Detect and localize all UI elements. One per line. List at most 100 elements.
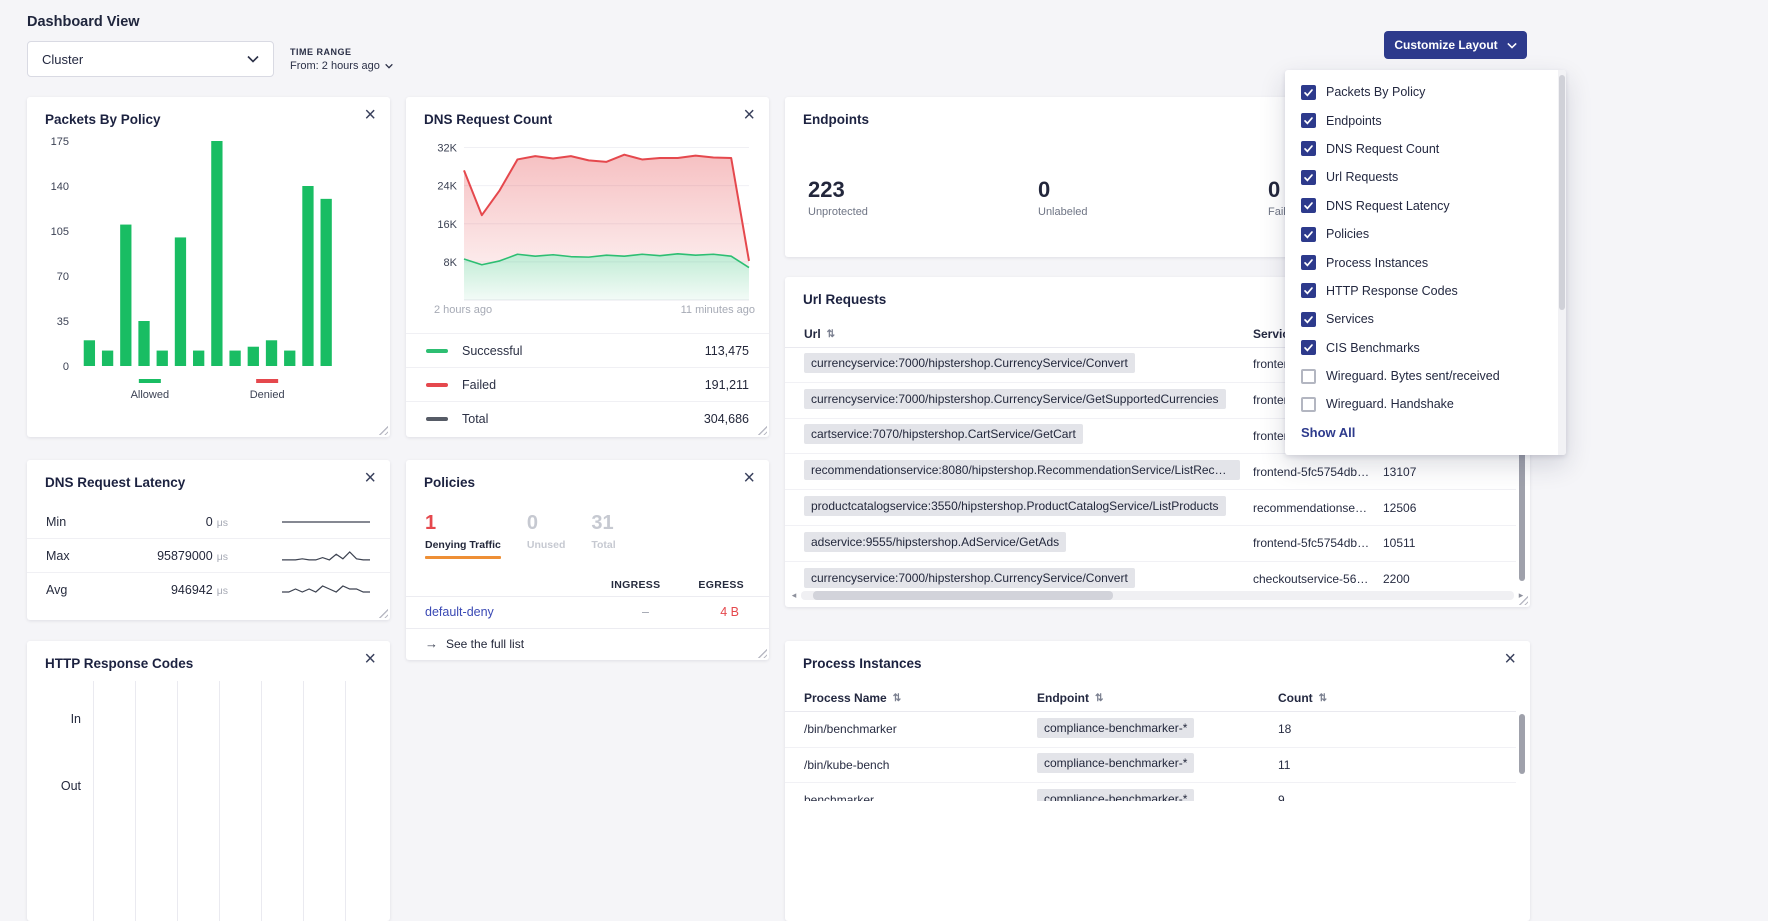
table-row[interactable]: adservice:9555/hipstershop.AdService/Get… [785, 526, 1516, 562]
resize-handle[interactable] [757, 648, 767, 658]
table-row[interactable]: /bin/benchmarkercompliance-benchmarker-*… [785, 712, 1516, 748]
legend-name: Failed [462, 378, 496, 392]
close-icon[interactable]: × [743, 468, 755, 488]
checkbox-icon[interactable] [1301, 397, 1316, 412]
column-header-label: Process Name [804, 691, 887, 705]
policy-row[interactable]: default-deny – 4 B [406, 597, 769, 629]
menu-item-http-response-codes[interactable]: HTTP Response Codes [1285, 277, 1556, 305]
menu-item-endpoints[interactable]: Endpoints [1285, 106, 1556, 134]
table-row[interactable]: currencyservice:7000/hipstershop.Currenc… [785, 562, 1516, 590]
legend-row: Total304,686 [406, 401, 769, 435]
legend-color-dash [426, 383, 448, 387]
sort-icon[interactable]: ⇅ [893, 693, 901, 704]
close-icon[interactable]: × [1504, 649, 1516, 669]
column-header-endpoint[interactable]: Endpoint⇅ [1037, 691, 1278, 705]
menu-item-services[interactable]: Services [1285, 305, 1556, 333]
dns-latency-rows: Min0μsMax95879000μsAvg946942μs [27, 505, 390, 606]
close-icon[interactable]: × [364, 649, 376, 669]
sort-icon[interactable]: ⇅ [827, 329, 835, 340]
menu-item-policies[interactable]: Policies [1285, 220, 1556, 248]
checkbox-icon[interactable] [1301, 369, 1316, 384]
menu-item-label: Process Instances [1326, 256, 1428, 270]
service-cell: frontend-5fc5754db… [1253, 465, 1383, 479]
latency-unit: μs [217, 517, 228, 529]
vertical-scrollbar[interactable] [1519, 714, 1525, 774]
svg-text:8K: 8K [444, 257, 458, 269]
legend-value: 304,686 [704, 412, 749, 426]
customize-layout-button[interactable]: Customize Layout [1384, 31, 1527, 59]
policy-egress-value: 4 B [720, 605, 739, 619]
svg-text:16K: 16K [437, 219, 457, 231]
menu-item-label: Wireguard. Bytes sent/received [1326, 369, 1500, 383]
checkbox-icon[interactable] [1301, 227, 1316, 242]
table-row[interactable]: /bin/kube-benchcompliance-benchmarker-*1… [785, 748, 1516, 784]
checkbox-icon[interactable] [1301, 113, 1316, 128]
checkbox-icon[interactable] [1301, 312, 1316, 327]
show-all-link[interactable]: Show All [1301, 425, 1355, 440]
stat-label: Unlabeled [1038, 206, 1088, 218]
view-scope-select[interactable]: Cluster [27, 41, 274, 77]
checkbox-icon[interactable] [1301, 340, 1316, 355]
menu-item-dns-request-count[interactable]: DNS Request Count [1285, 135, 1556, 163]
scroll-left-icon[interactable]: ◂ [789, 590, 799, 601]
menu-item-wireguard-handshake[interactable]: Wireguard. Handshake [1285, 390, 1556, 418]
column-header-count[interactable]: Count⇅ [1278, 691, 1516, 705]
latency-row: Min0μs [27, 505, 390, 539]
svg-text:Denied: Denied [250, 389, 285, 401]
url-cell: cartservice:7070/hipstershop.CartService… [804, 424, 1253, 447]
close-icon[interactable]: × [364, 468, 376, 488]
sort-icon[interactable]: ⇅ [1095, 693, 1103, 704]
time-range-value[interactable]: From: 2 hours ago [290, 60, 393, 72]
close-icon[interactable]: × [364, 105, 376, 125]
see-full-list-link[interactable]: → See the full list [425, 636, 524, 651]
resize-handle[interactable] [378, 425, 388, 435]
grid-line [261, 681, 262, 921]
table-row[interactable]: benchmarkercompliance-benchmarker-*9 [785, 783, 1516, 801]
menu-item-process-instances[interactable]: Process Instances [1285, 248, 1556, 276]
time-range-label: TIME RANGE [290, 47, 393, 57]
dns-legend: Successful113,475Failed191,211Total304,6… [406, 333, 769, 435]
scrollbar-thumb[interactable] [813, 591, 1113, 600]
policies-stat-unused[interactable]: 0Unused [527, 512, 566, 559]
policy-name-link[interactable]: default-deny [425, 605, 494, 619]
url-chip: currencyservice:7000/hipstershop.Currenc… [804, 568, 1135, 588]
svg-text:0: 0 [63, 361, 69, 373]
table-row[interactable]: recommendationservice:8080/hipstershop.R… [785, 454, 1516, 490]
menu-item-label: Url Requests [1326, 170, 1398, 184]
stat-value: 1 [425, 512, 501, 535]
checkbox-icon[interactable] [1301, 141, 1316, 156]
policies-stat-denying-traffic[interactable]: 1Denying Traffic [425, 512, 501, 559]
menu-item-url-requests[interactable]: Url Requests [1285, 163, 1556, 191]
menu-item-dns-request-latency[interactable]: DNS Request Latency [1285, 192, 1556, 220]
checkbox-icon[interactable] [1301, 255, 1316, 270]
resize-handle[interactable] [378, 608, 388, 618]
stat-value: 0 [527, 512, 566, 535]
checkbox-icon[interactable] [1301, 85, 1316, 100]
menu-item-cis-benchmarks[interactable]: CIS Benchmarks [1285, 334, 1556, 362]
sort-icon[interactable]: ⇅ [1319, 693, 1327, 704]
close-icon[interactable]: × [743, 105, 755, 125]
column-header-process-name[interactable]: Process Name ⇅ [804, 691, 1037, 705]
legend-color-dash [426, 349, 448, 353]
scrollbar-track[interactable] [801, 591, 1514, 600]
see-full-list-label: See the full list [446, 637, 524, 651]
latency-value-wrap: 946942μs [108, 581, 228, 599]
checkbox-icon[interactable] [1301, 198, 1316, 213]
http-response-codes-grid: In Out [27, 641, 390, 921]
stat-label: Unprotected [808, 206, 868, 218]
table-row[interactable]: productcatalogservice:3550/hipstershop.P… [785, 490, 1516, 526]
column-header-url[interactable]: Url⇅ [804, 327, 1253, 341]
menu-item-packets-by-policy[interactable]: Packets By Policy [1285, 78, 1556, 106]
scrollbar-track[interactable] [1558, 70, 1566, 455]
process-name-cell: benchmarker [804, 793, 1037, 801]
menu-item-wireguard-bytes-sent-received[interactable]: Wireguard. Bytes sent/received [1285, 362, 1556, 390]
policies-stat-total[interactable]: 31Total [591, 512, 615, 559]
latency-sparkline [280, 513, 372, 531]
checkbox-icon[interactable] [1301, 170, 1316, 185]
scrollbar-thumb[interactable] [1559, 75, 1565, 310]
checkbox-icon[interactable] [1301, 283, 1316, 298]
svg-text:105: 105 [51, 226, 69, 238]
view-scope-value: Cluster [42, 52, 83, 67]
url-chip: currencyservice:7000/hipstershop.Currenc… [804, 353, 1135, 373]
latency-row: Avg946942μs [27, 573, 390, 606]
